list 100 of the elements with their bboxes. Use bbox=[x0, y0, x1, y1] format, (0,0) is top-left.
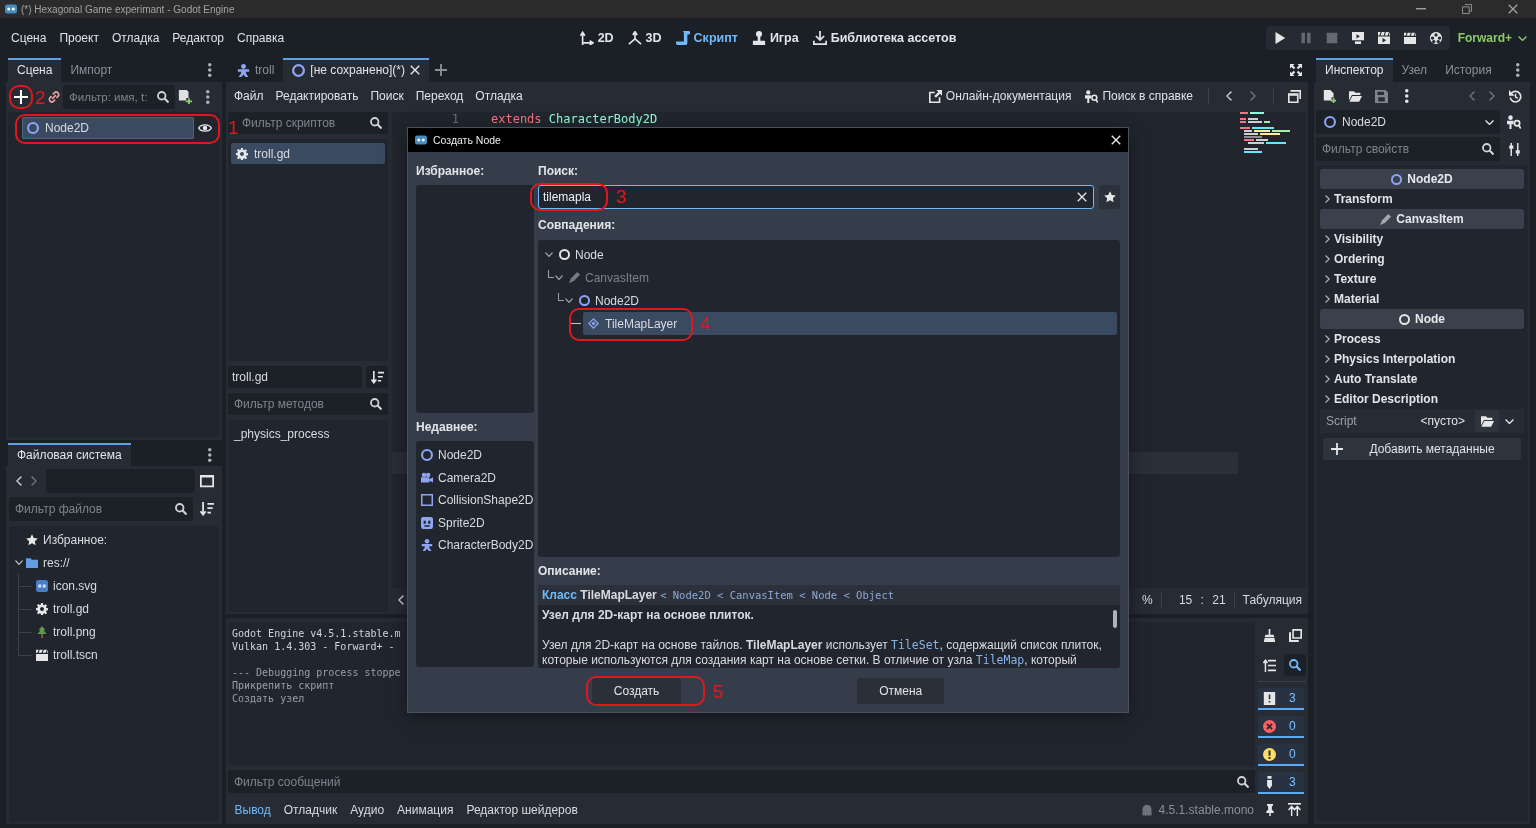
load-button[interactable] bbox=[1475, 410, 1499, 432]
property-group[interactable]: Transform bbox=[1320, 189, 1524, 209]
method-item[interactable]: _physics_process bbox=[234, 426, 382, 442]
match-item[interactable]: Node bbox=[545, 243, 1117, 266]
property-value[interactable]: <пусто> bbox=[1420, 414, 1465, 428]
filter-field[interactable]: Фильтр свойств bbox=[1316, 137, 1500, 161]
indentation-mode[interactable]: Табуляция bbox=[1242, 593, 1302, 607]
renderer-dropdown[interactable]: Forward+ bbox=[1457, 31, 1527, 45]
recent-item[interactable]: Sprite2D bbox=[421, 511, 485, 534]
tab[interactable]: Сцена bbox=[8, 58, 62, 82]
sort-icon[interactable] bbox=[200, 502, 214, 516]
floppy-icon[interactable] bbox=[1374, 89, 1388, 103]
scrollbar[interactable] bbox=[1113, 610, 1117, 628]
monitor-icon[interactable] bbox=[1351, 32, 1364, 44]
menu-item[interactable]: Поиск bbox=[364, 89, 410, 103]
menu-item[interactable]: Файл bbox=[228, 89, 270, 103]
filter-field[interactable]: Фильтр методов bbox=[228, 393, 388, 415]
panel-icon[interactable] bbox=[200, 474, 214, 488]
file-plus-icon[interactable] bbox=[1322, 89, 1336, 103]
filter-input[interactable]: Фильтр методов bbox=[234, 393, 366, 415]
file-tree-item[interactable]: troll.png bbox=[36, 620, 96, 643]
menu-item[interactable]: Редактор bbox=[165, 31, 231, 45]
filter-input[interactable]: Фильтр: имя, t: bbox=[69, 85, 153, 109]
link-icon[interactable] bbox=[48, 91, 60, 103]
property-group[interactable]: Auto Translate bbox=[1320, 369, 1524, 389]
history-icon[interactable] bbox=[1508, 89, 1522, 103]
copy-icon[interactable] bbox=[1288, 628, 1302, 642]
object-selector[interactable]: Node2D bbox=[1316, 110, 1500, 134]
clapperboard-icon[interactable] bbox=[1377, 32, 1390, 44]
scene-tree-item[interactable]: Node2D bbox=[22, 117, 194, 139]
file-tree-item[interactable]: res:// bbox=[26, 551, 70, 574]
script-plus-icon[interactable] bbox=[178, 90, 192, 104]
property-group[interactable]: Physics Interpolation bbox=[1320, 349, 1524, 369]
property-group[interactable]: Visibility bbox=[1320, 229, 1524, 249]
more-icon[interactable] bbox=[1516, 63, 1520, 77]
menu-item[interactable]: Переход bbox=[409, 89, 470, 103]
file-tree-item[interactable]: troll.gd bbox=[36, 597, 90, 620]
property-group[interactable]: Material bbox=[1320, 289, 1524, 309]
chevron-down-icon[interactable] bbox=[545, 252, 553, 257]
fullscreen-icon[interactable] bbox=[1290, 64, 1302, 76]
pin-icon[interactable] bbox=[1264, 803, 1276, 816]
file-tree-item[interactable]: Избранное: bbox=[26, 528, 108, 551]
minimize-icon[interactable] bbox=[1416, 8, 1426, 10]
message-filter-toggle[interactable]: 3 bbox=[1258, 688, 1304, 710]
tab[interactable]: Инспектор bbox=[1316, 58, 1393, 82]
chevron-left-icon[interactable] bbox=[1226, 91, 1232, 101]
workspace-tab[interactable]: 2D bbox=[579, 31, 614, 45]
tab[interactable]: История bbox=[1436, 58, 1501, 82]
add-metadata-button[interactable]: Добавить метаданные bbox=[1323, 438, 1521, 460]
recent-item[interactable]: Node2D bbox=[421, 444, 483, 467]
sliders-icon[interactable] bbox=[1507, 142, 1521, 156]
filter-field[interactable]: Фильтр файлов bbox=[9, 497, 193, 521]
menu-item[interactable]: Сцена bbox=[4, 31, 53, 45]
workspace-tab[interactable]: 3D bbox=[627, 31, 662, 45]
recent-item[interactable]: Camera2D bbox=[421, 466, 497, 489]
menu-item[interactable]: Отладка bbox=[105, 31, 166, 45]
chevron-right-icon[interactable] bbox=[1250, 91, 1256, 101]
property-group[interactable]: Editor Description bbox=[1320, 389, 1524, 409]
property-group[interactable]: Process bbox=[1320, 329, 1524, 349]
script-list-item[interactable]: troll.gd bbox=[231, 143, 385, 164]
property-group[interactable]: Ordering bbox=[1320, 249, 1524, 269]
tab[interactable]: Анимация bbox=[390, 802, 460, 817]
file-tree-item[interactable]: troll.tscn bbox=[36, 643, 98, 666]
film-reel-icon[interactable] bbox=[1429, 32, 1442, 44]
menu-item[interactable]: Справка bbox=[230, 31, 291, 45]
recent-item[interactable]: CharacterBody2D bbox=[421, 534, 534, 557]
clear-icon[interactable] bbox=[1077, 192, 1087, 202]
more-icon[interactable] bbox=[208, 63, 212, 77]
tab[interactable]: Редактор шейдеров bbox=[459, 802, 585, 817]
favorite-button[interactable] bbox=[1099, 185, 1120, 209]
chevron-left-icon[interactable] bbox=[398, 595, 404, 605]
expand-up-icon[interactable] bbox=[1287, 803, 1301, 816]
sort-button[interactable] bbox=[366, 366, 388, 388]
tab[interactable]: troll bbox=[228, 58, 284, 82]
more-icon[interactable] bbox=[206, 90, 210, 104]
tab[interactable]: Узел bbox=[1392, 58, 1437, 82]
person-search-icon[interactable] bbox=[1507, 115, 1521, 129]
folder-icon[interactable] bbox=[1348, 89, 1362, 103]
recent-item[interactable]: CollisionShape2D bbox=[421, 489, 534, 512]
broom-icon[interactable] bbox=[1262, 628, 1276, 642]
menu-item[interactable]: Проект bbox=[52, 31, 106, 45]
search-toggle[interactable] bbox=[1284, 654, 1306, 676]
tab[interactable]: [не сохранено](*) bbox=[283, 58, 429, 82]
help-button[interactable]: Онлайн-документация bbox=[921, 89, 1079, 103]
filter-input[interactable]: Фильтр свойств bbox=[1322, 137, 1478, 161]
message-filter-toggle[interactable]: 3 bbox=[1258, 772, 1304, 794]
chevron-left-icon[interactable] bbox=[15, 476, 22, 486]
tab[interactable]: Файловая система bbox=[8, 443, 131, 466]
help-button[interactable]: Поиск в справке bbox=[1078, 89, 1200, 103]
tab[interactable]: Аудио bbox=[343, 802, 391, 817]
chevron-right-icon[interactable] bbox=[30, 476, 37, 486]
dialog-button[interactable]: Создать bbox=[591, 678, 682, 704]
filter-input[interactable]: Фильтр файлов bbox=[15, 497, 171, 521]
caret-icon[interactable] bbox=[1505, 418, 1514, 424]
menu-item[interactable]: Редактировать bbox=[269, 89, 365, 103]
collapse-icon[interactable] bbox=[1262, 658, 1276, 672]
workspace-tab[interactable]: Игра bbox=[751, 31, 799, 45]
eye-icon[interactable] bbox=[198, 121, 212, 135]
windows-icon[interactable] bbox=[1287, 89, 1301, 103]
workspace-tab[interactable]: Скрипт bbox=[675, 31, 738, 45]
